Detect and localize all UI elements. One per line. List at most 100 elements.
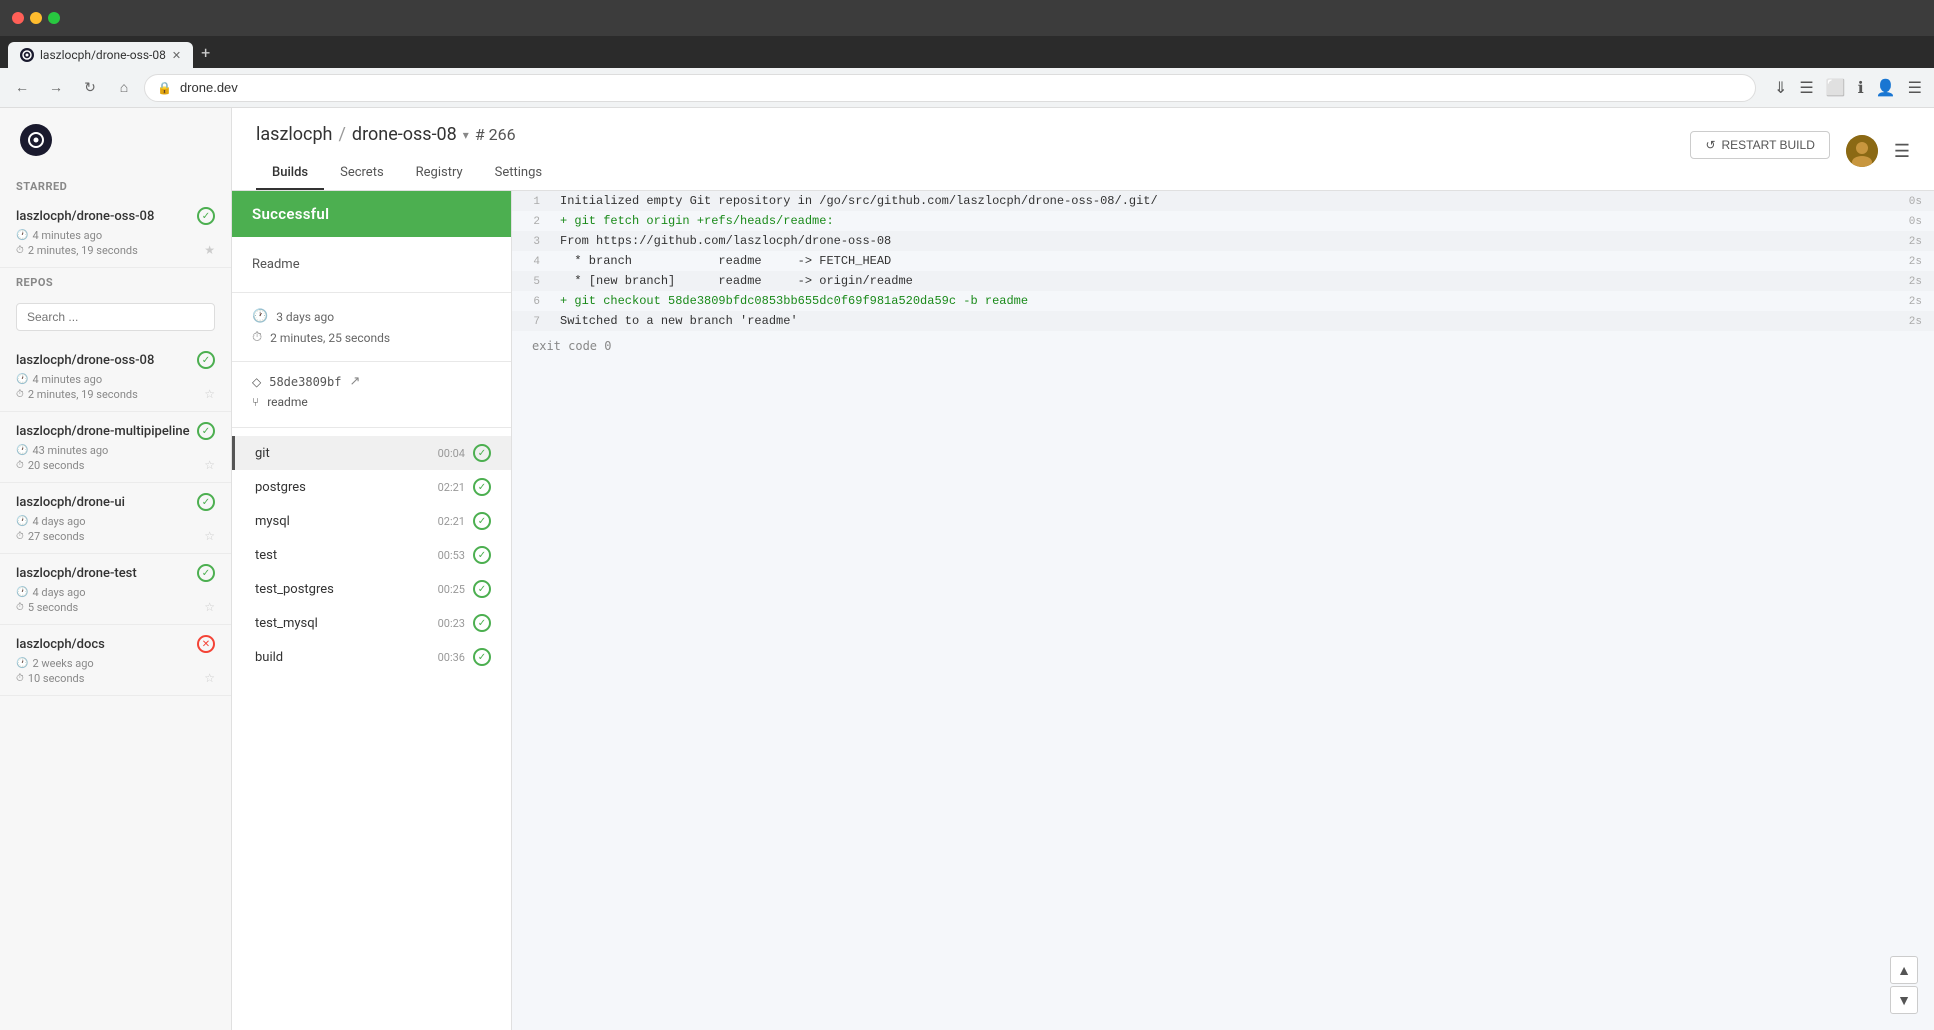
- stage-duration-build: 00:36: [438, 651, 465, 664]
- main-content: laszlocph / drone-oss-08 ▾ # 266 Builds …: [232, 108, 1934, 1030]
- repos-label: Repos: [0, 268, 231, 293]
- build-duration: 2 minutes, 25 seconds: [270, 331, 390, 345]
- search-section: [0, 293, 231, 341]
- stage-duration-test: 00:53: [438, 549, 465, 562]
- sidebar-item-multipipeline[interactable]: laszlocph/drone-multipipeline ✓ 🕐 43 min…: [0, 412, 231, 483]
- stage-item-test-postgres[interactable]: test_postgres 00:25 ✓: [232, 572, 511, 606]
- stage-name-test-mysql: test_mysql: [255, 616, 438, 631]
- hamburger-menu-icon[interactable]: ☰: [1894, 141, 1910, 162]
- log-time-1: 0s: [1897, 193, 1934, 211]
- home-button[interactable]: ⌂: [110, 74, 138, 102]
- main-header: laszlocph / drone-oss-08 ▾ # 266 Builds …: [232, 108, 1934, 191]
- starred-label: Starred: [0, 172, 231, 197]
- stage-item-mysql[interactable]: mysql 02:21 ✓: [232, 504, 511, 538]
- tab-secrets[interactable]: Secrets: [324, 157, 400, 190]
- active-tab[interactable]: laszlocph/drone-oss-08 ✕: [8, 42, 193, 68]
- clock-icon-1: 🕐: [16, 230, 28, 241]
- scroll-buttons: ▲ ▼: [1890, 956, 1918, 1014]
- restart-build-button[interactable]: ↺ RESTART BUILD: [1690, 131, 1829, 159]
- scroll-up-button[interactable]: ▲: [1890, 956, 1918, 984]
- build-detail: Successful Readme 🕐 3 days ago ⏱ 2 minut…: [232, 191, 1934, 1030]
- duration-icon-4: ⏱: [16, 531, 24, 542]
- stage-duration-test-mysql: 00:23: [438, 617, 465, 630]
- log-row-4: 4 * branch readme -> FETCH_HEAD 2s: [512, 251, 1934, 271]
- log-content-7: Switched to a new branch 'readme': [552, 311, 1897, 331]
- info-icon[interactable]: ℹ: [1854, 74, 1868, 101]
- time-ago-4: 4 days ago: [32, 586, 85, 599]
- stage-item-test[interactable]: test 00:53 ✓: [232, 538, 511, 572]
- log-row-7: 7 Switched to a new branch 'readme' 2s: [512, 311, 1934, 331]
- log-area[interactable]: 1 Initialized empty Git repository in /g…: [512, 191, 1934, 1030]
- commit-hash: 58de3809bf: [269, 375, 341, 389]
- sidebar-item-drone-test[interactable]: laszlocph/drone-test ✓ 🕐 4 days ago ⏱ 5 …: [0, 554, 231, 625]
- sidebar-item-drone-oss-08[interactable]: laszlocph/drone-oss-08 ✓ 🕐 4 minutes ago…: [0, 341, 231, 412]
- address-input-wrapper[interactable]: 🔒: [144, 74, 1756, 102]
- stage-item-test-mysql[interactable]: test_mysql 00:23 ✓: [232, 606, 511, 640]
- clock-icon-4: 🕐: [16, 516, 28, 527]
- build-status-banner: Successful: [232, 191, 511, 237]
- url-input[interactable]: [180, 80, 1743, 95]
- forward-button[interactable]: →: [42, 74, 70, 102]
- repo-name-4: laszlocph/drone-test: [16, 566, 137, 581]
- sidebar-item-docs[interactable]: laszlocph/docs ✕ 🕐 2 weeks ago ⏱ 10 seco…: [0, 625, 231, 696]
- lock-icon: 🔒: [157, 81, 172, 95]
- tab-close-button[interactable]: ✕: [172, 49, 181, 62]
- stage-duration-postgres: 02:21: [438, 481, 465, 494]
- bookmarks-icon[interactable]: ☰: [1795, 74, 1817, 101]
- status-icon-3: ✓: [197, 493, 215, 511]
- stage-name-mysql: mysql: [255, 514, 438, 529]
- reload-button[interactable]: ↻: [76, 74, 104, 102]
- duration-icon-2: ⏱: [16, 389, 24, 400]
- stage-duration-mysql: 02:21: [438, 515, 465, 528]
- duration-4: 5 seconds: [28, 601, 78, 614]
- star-icon-5[interactable]: ☆: [204, 600, 215, 614]
- tab-bar: laszlocph/drone-oss-08 ✕ +: [0, 36, 1934, 68]
- back-button[interactable]: ←: [8, 74, 36, 102]
- build-info-section: 🕐 3 days ago ⏱ 2 minutes, 25 seconds: [232, 293, 511, 362]
- repo-name-header: drone-oss-08: [352, 124, 457, 145]
- sidebar-item-drone-ui[interactable]: laszlocph/drone-ui ✓ 🕐 4 days ago ⏱ 27 s…: [0, 483, 231, 554]
- sidebar-item-drone-oss-08-starred[interactable]: laszlocph/drone-oss-08 ✓ 🕐 4 minutes ago…: [0, 197, 231, 268]
- browser-chrome: [0, 0, 1934, 36]
- star-icon-3[interactable]: ☆: [204, 458, 215, 472]
- stage-status-git: ✓: [473, 444, 491, 462]
- build-time-ago: 3 days ago: [276, 310, 334, 324]
- new-tab-button[interactable]: +: [193, 37, 218, 68]
- tab-settings[interactable]: Settings: [479, 157, 558, 190]
- tab-title: laszlocph/drone-oss-08: [40, 48, 166, 62]
- menu-icon[interactable]: ☰: [1904, 74, 1926, 101]
- stage-item-build[interactable]: build 00:36 ✓: [232, 640, 511, 674]
- stage-item-postgres[interactable]: postgres 02:21 ✓: [232, 470, 511, 504]
- log-line-num-5: 5: [512, 273, 552, 291]
- duration-icon-3: ⏱: [16, 460, 24, 471]
- star-icon-2[interactable]: ☆: [204, 387, 215, 401]
- repo-name-5: laszlocph/docs: [16, 637, 105, 652]
- stage-status-build: ✓: [473, 648, 491, 666]
- star-icon-1[interactable]: ★: [204, 243, 215, 257]
- dropdown-arrow[interactable]: ▾: [463, 128, 469, 142]
- star-icon-4[interactable]: ☆: [204, 529, 215, 543]
- download-icon[interactable]: ⇓: [1770, 74, 1791, 101]
- log-row-2: 2 + git fetch origin +refs/heads/readme:…: [512, 211, 1934, 231]
- repo-name-starred: laszlocph/drone-oss-08: [16, 209, 154, 224]
- stage-name-test: test: [255, 548, 438, 563]
- stage-name-postgres: postgres: [255, 480, 438, 495]
- duration-starred: 2 minutes, 19 seconds: [28, 244, 138, 257]
- star-icon-6[interactable]: ☆: [204, 671, 215, 685]
- user-avatar[interactable]: [1846, 135, 1878, 167]
- scroll-down-button[interactable]: ▼: [1890, 986, 1918, 1014]
- stage-item-git[interactable]: git 00:04 ✓: [232, 436, 511, 470]
- account-icon[interactable]: 👤: [1872, 74, 1900, 101]
- time-ago-5: 2 weeks ago: [32, 657, 93, 670]
- stage-name-build: build: [255, 650, 438, 665]
- log-line-num-1: 1: [512, 193, 552, 211]
- tab-builds[interactable]: Builds: [256, 157, 324, 190]
- time-ago-2: 43 minutes ago: [32, 444, 108, 457]
- tab-registry[interactable]: Registry: [400, 157, 479, 190]
- stage-status-mysql: ✓: [473, 512, 491, 530]
- log-time-6: 2s: [1897, 293, 1934, 311]
- external-link-icon[interactable]: ↗: [349, 374, 360, 389]
- search-input[interactable]: [16, 303, 215, 331]
- extensions-icon[interactable]: ⬜: [1822, 74, 1850, 101]
- duration-icon-1: ⏱: [16, 245, 24, 256]
